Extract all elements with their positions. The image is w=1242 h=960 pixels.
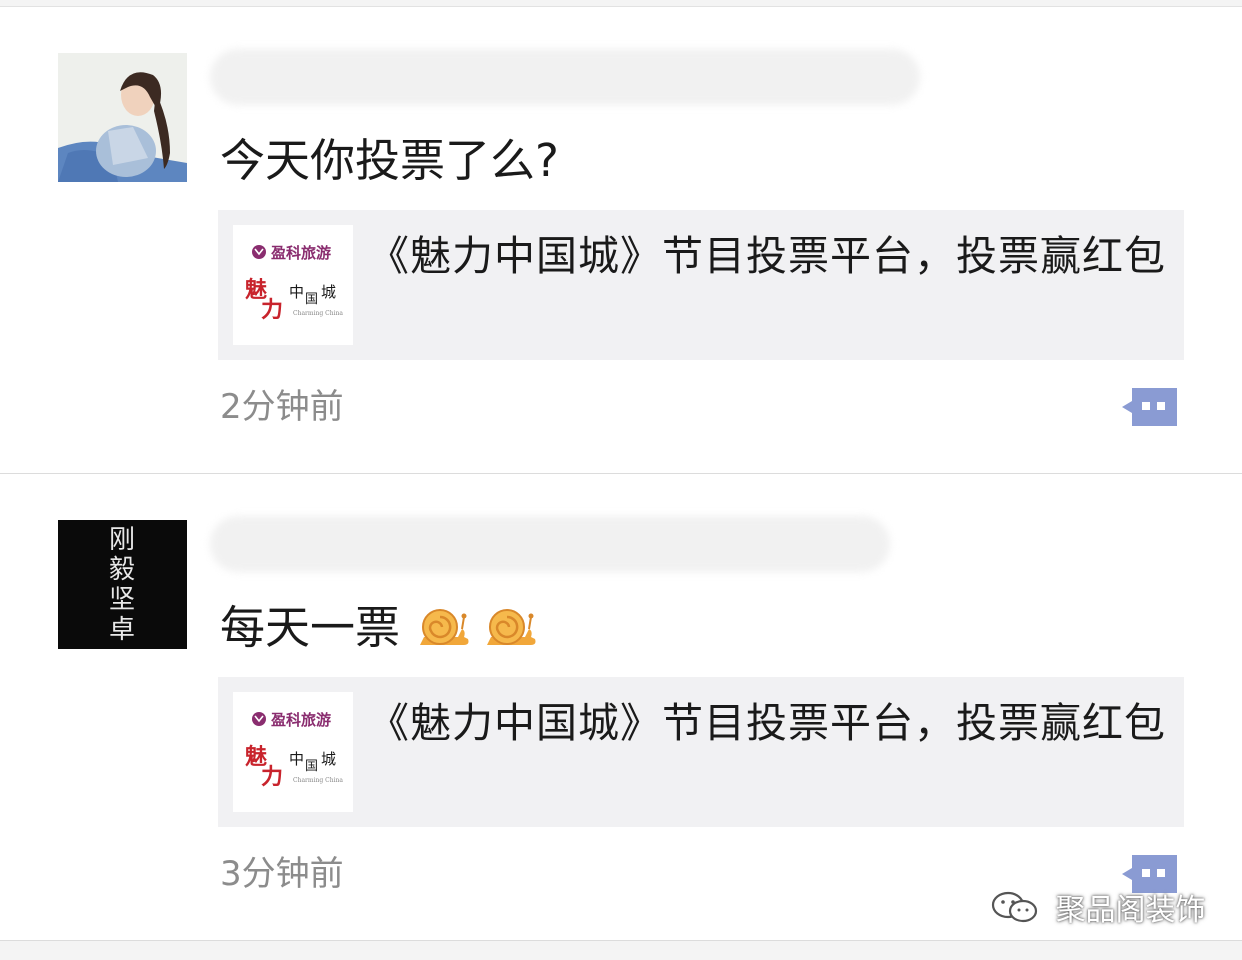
svg-text:刚: 刚 — [109, 525, 135, 555]
card-thumbnail: 盈科旅游 魅 力 中 国 城 Charming China — [233, 225, 353, 345]
post-text: 今天你投票了么? — [220, 134, 559, 187]
author-name-blurred[interactable] — [210, 49, 920, 105]
avatar[interactable]: 刚 毅 坚 卓 — [58, 520, 187, 649]
brand-name: 盈科旅游 — [270, 244, 331, 262]
svg-text:坚: 坚 — [109, 585, 135, 615]
svg-text:中: 中 — [289, 283, 304, 301]
brand-name: 盈科旅游 — [270, 711, 331, 729]
wechat-watermark: 聚品阁装饰 — [990, 885, 1206, 929]
post-text-content: 每天一票 — [220, 601, 401, 654]
logo-subtitle: Charming China — [293, 310, 343, 317]
svg-text:卓: 卓 — [109, 615, 135, 645]
logo-subtitle: Charming China — [293, 777, 343, 784]
svg-text:城: 城 — [321, 283, 336, 301]
svg-text:城: 城 — [321, 750, 336, 768]
svg-text:力: 力 — [261, 764, 283, 790]
meili-china-logo: 盈科旅游 魅 力 中 国 城 Charming China — [245, 244, 343, 323]
avatar-photo — [58, 53, 187, 182]
snail-emoji-icon — [486, 609, 536, 645]
card-thumbnail: 盈科旅游 魅 力 中 国 城 Charming China — [233, 692, 353, 812]
avatar[interactable] — [58, 53, 187, 182]
card-title: 《魅力中国城》节目投票平台，投票赢红包 — [368, 232, 1166, 280]
post-text: 每天一票 — [220, 600, 537, 656]
svg-text:中: 中 — [289, 750, 304, 768]
shared-link-card[interactable]: 盈科旅游 魅 力 中 国 城 Charming China 《魅力中国城》节目投… — [218, 210, 1184, 360]
wechat-icon — [991, 891, 1038, 923]
post-time: 2分钟前 — [220, 387, 344, 427]
svg-text:国: 国 — [305, 292, 318, 307]
shared-link-card[interactable]: 盈科旅游 魅 力 中 国 城 Charming China 《魅力中国城》节目投… — [218, 677, 1184, 827]
author-name-blurred[interactable] — [210, 516, 890, 572]
moment-post-2: 刚 毅 坚 卓 每天一票 盈科旅游 魅 力 中 国 城 Charming Chi… — [0, 474, 1242, 941]
moment-post-1: 今天你投票了么? 盈科旅游 魅 力 中 国 城 Charming China 《… — [0, 6, 1242, 474]
post-time: 3分钟前 — [220, 854, 344, 894]
svg-text:毅: 毅 — [109, 555, 135, 585]
comment-icon[interactable] — [1120, 385, 1180, 429]
calligraphy-avatar: 刚 毅 坚 卓 — [58, 520, 187, 649]
watermark-text: 聚品阁装饰 — [1055, 893, 1206, 928]
meili-china-logo: 盈科旅游 魅 力 中 国 城 Charming China — [245, 711, 343, 790]
card-title: 《魅力中国城》节目投票平台，投票赢红包 — [368, 699, 1166, 747]
svg-text:力: 力 — [261, 297, 283, 323]
snail-emoji-icon — [420, 609, 469, 645]
svg-text:国: 国 — [305, 759, 318, 774]
